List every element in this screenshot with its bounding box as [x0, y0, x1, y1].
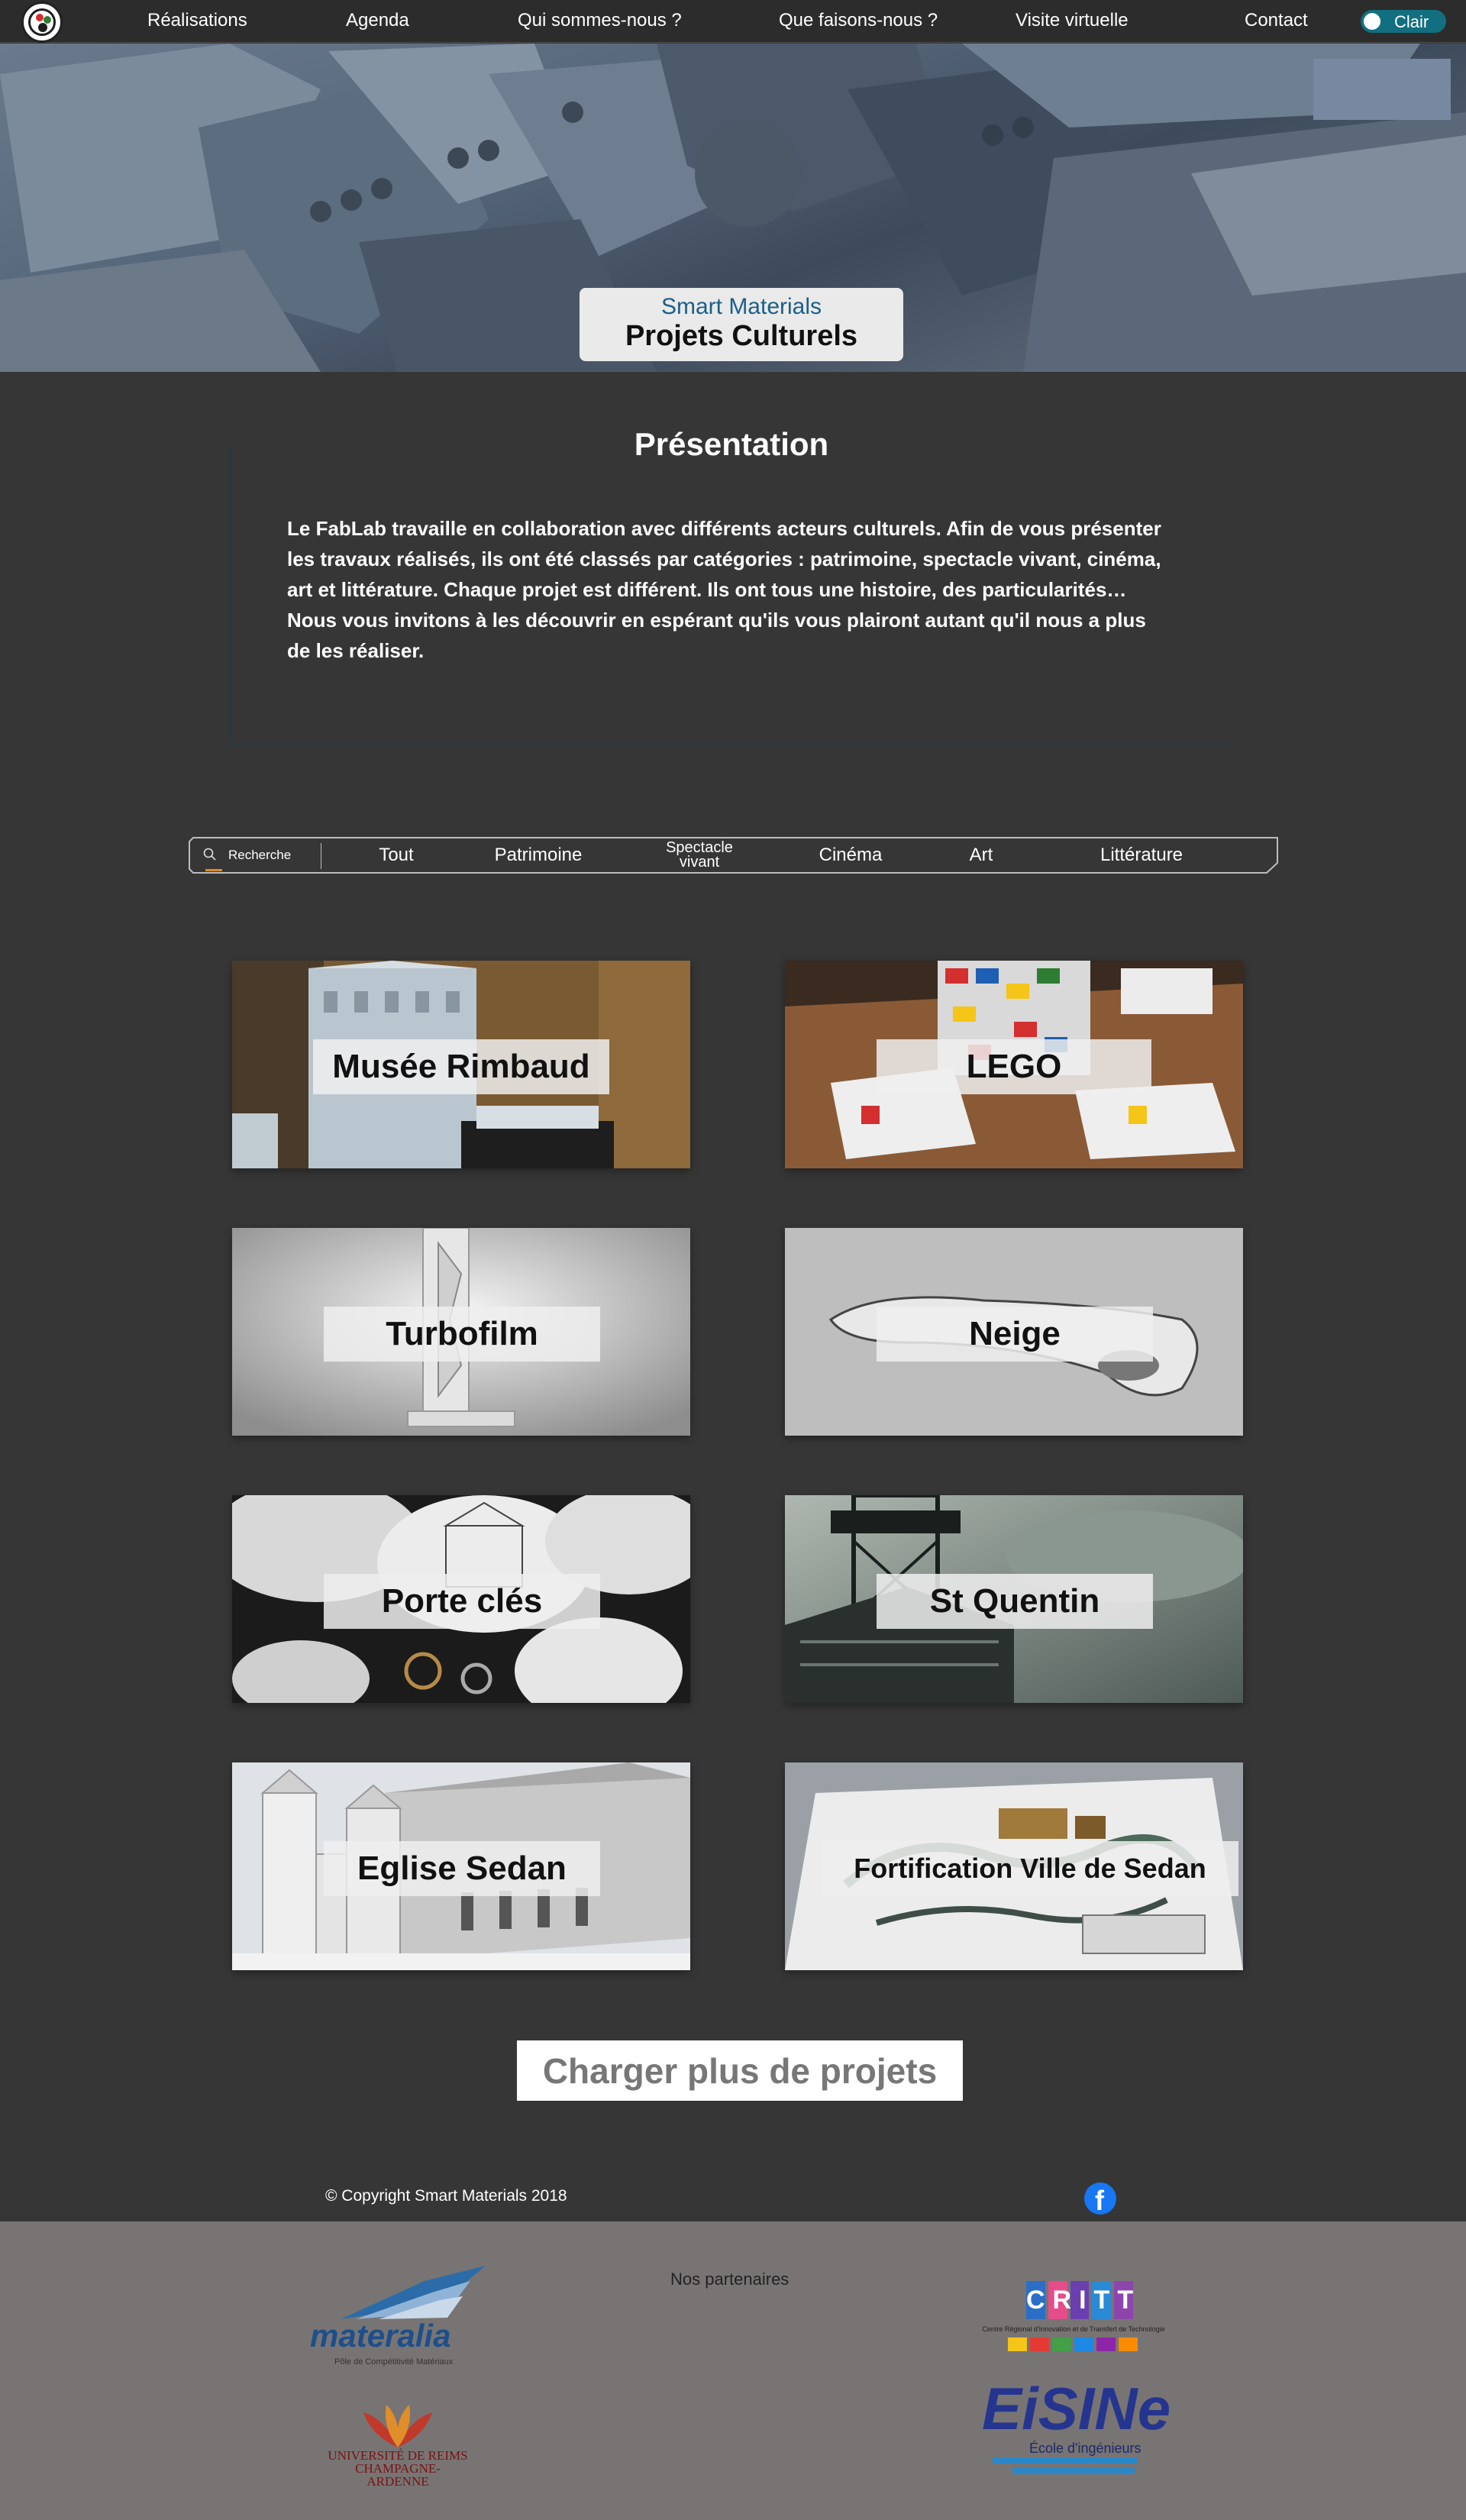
materalia-emblem	[341, 2266, 486, 2319]
partners-section: materalia Pôle de Compétitivité Matériau…	[0, 2221, 1466, 2520]
partner-tagline: Centre Régional d'Innovation et de Trans…	[982, 2325, 1165, 2333]
active-tab-indicator	[205, 869, 222, 871]
project-filter-bar: Tout Patrimoine Spectacle vivant Cinéma …	[189, 837, 1278, 874]
presentation-text: Le FabLab travaille en collaboration ave…	[287, 517, 1161, 662]
partner-logo-urca[interactable]: UNIVERSITÉ DE REIMS CHAMPAGNE-ARDENNE	[325, 2405, 470, 2496]
facebook-icon[interactable]: f	[1084, 2182, 1116, 2216]
partner-name: EiSINe	[982, 2375, 1171, 2442]
tab-tout[interactable]: Tout	[366, 837, 427, 874]
hero-subtitle: Smart Materials	[660, 294, 822, 319]
fablab-logo[interactable]	[21, 2, 63, 43]
partners-title: Nos partenaires	[670, 2270, 790, 2289]
nav-item-contact[interactable]: Contact	[1245, 10, 1308, 31]
search-box	[202, 845, 325, 867]
project-title: Turbofilm	[324, 1307, 600, 1362]
tab-spectacle-vivant[interactable]: Spectacle vivant	[650, 837, 749, 874]
project-card-lego[interactable]: LEGO	[785, 961, 1243, 1168]
tab-litterature[interactable]: Littérature	[1088, 837, 1195, 874]
copyright-text: © Copyright Smart Materials 2018	[325, 2187, 567, 2205]
project-card-fortification-sedan[interactable]: Fortification Ville de Sedan	[785, 1762, 1243, 1970]
partner-tagline: Pôle de Compétitivité Matériaux	[334, 2357, 454, 2367]
theme-toggle-label: Clair	[1394, 12, 1429, 31]
nav-item-agenda[interactable]: Agenda	[346, 10, 409, 31]
nav-item-visite-virtuelle[interactable]: Visite virtuelle	[1016, 10, 1129, 31]
tab-art[interactable]: Art	[954, 837, 1008, 874]
partner-logo-eisine[interactable]: EiSINe École d'ingénieurs	[982, 2378, 1171, 2485]
critt-color-bar	[1008, 2337, 1138, 2351]
hero-title-card: Smart Materials Projets Culturels	[580, 288, 903, 361]
project-title: Porte clés	[324, 1574, 600, 1629]
project-card-turbofilm[interactable]: Turbofilm	[232, 1228, 690, 1436]
top-navigation: Réalisations Agenda Qui sommes-nous ? Qu…	[0, 0, 1466, 43]
tab-patrimoine[interactable]: Patrimoine	[485, 837, 592, 874]
nav-item-qui-sommes-nous[interactable]: Qui sommes-nous ?	[518, 10, 682, 31]
eisine-underline	[993, 2457, 1138, 2463]
partner-name: UNIVERSITÉ DE REIMS CHAMPAGNE-ARDENNE	[328, 2448, 468, 2489]
partner-logo-critt[interactable]: CRITT Centre Régional d'Innovation et de…	[982, 2281, 1165, 2365]
urca-emblem	[363, 2405, 432, 2447]
project-card-musee-rimbaud[interactable]: Musée Rimbaud	[232, 961, 690, 1168]
nav-item-realisations[interactable]: Réalisations	[147, 10, 247, 31]
project-title: Neige	[877, 1307, 1153, 1362]
project-title: St Quentin	[877, 1574, 1153, 1629]
toggle-knob	[1364, 13, 1380, 30]
nav-item-que-faisons-nous[interactable]: Que faisons-nous ?	[779, 10, 938, 31]
partner-name: materalia	[310, 2318, 451, 2354]
project-title: Musée Rimbaud	[313, 1039, 609, 1094]
eisine-underline	[1012, 2468, 1135, 2474]
presentation-title: Présentation	[634, 426, 829, 462]
hero-banner: Smart Materials Projets Culturels	[0, 44, 1466, 372]
tab-cinema[interactable]: Cinéma	[809, 837, 893, 874]
partner-logo-materalia[interactable]: materalia Pôle de Compétitivité Matériau…	[310, 2266, 486, 2380]
project-title: Fortification Ville de Sedan	[822, 1841, 1238, 1896]
load-more-button[interactable]: Charger plus de projets	[517, 2040, 963, 2101]
theme-toggle[interactable]: Clair	[1361, 10, 1446, 33]
project-card-st-quentin[interactable]: St Quentin	[785, 1495, 1243, 1703]
page-title: Projets Culturels	[625, 320, 858, 352]
partner-tagline: École d'ingénieurs	[1029, 2441, 1141, 2456]
search-input[interactable]	[228, 845, 320, 866]
partner-name: CRITT	[1026, 2286, 1141, 2315]
project-card-neige[interactable]: Neige	[785, 1228, 1243, 1436]
project-card-porte-cles[interactable]: Porte clés	[232, 1495, 690, 1703]
project-title: LEGO	[877, 1039, 1151, 1094]
search-icon	[203, 848, 216, 861]
project-title: Eglise Sedan	[324, 1841, 600, 1896]
project-card-eglise-sedan[interactable]: Eglise Sedan	[232, 1762, 690, 1970]
